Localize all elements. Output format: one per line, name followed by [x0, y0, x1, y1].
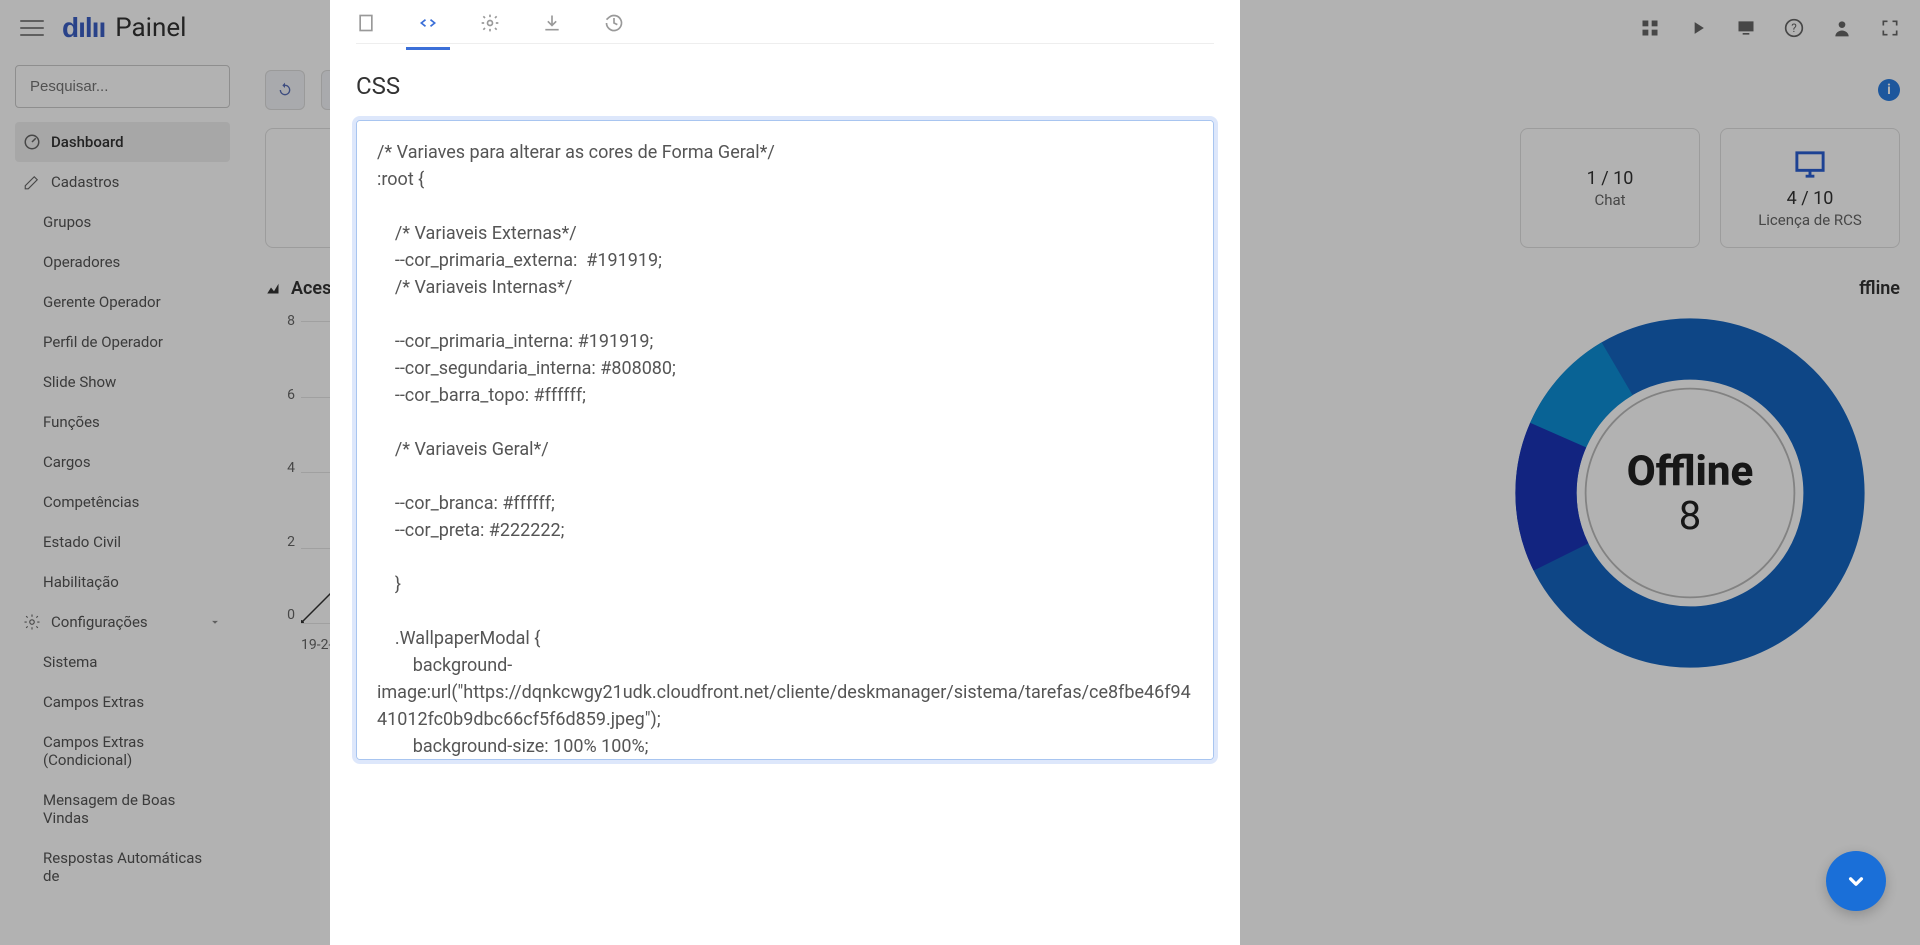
css-editor-modal: CSS	[330, 0, 1240, 945]
fab-button[interactable]	[1826, 851, 1886, 911]
tab-document[interactable]	[356, 13, 376, 49]
modal-heading: CSS	[356, 72, 1214, 100]
document-icon	[356, 13, 376, 33]
gear-icon	[480, 13, 500, 33]
css-code-textarea[interactable]	[356, 120, 1214, 760]
download-icon	[542, 13, 562, 33]
modal-tabs	[356, 0, 1214, 44]
code-icon	[418, 13, 438, 33]
history-icon	[604, 13, 624, 33]
chevron-down-icon	[1843, 868, 1869, 894]
tab-download[interactable]	[542, 13, 562, 49]
tab-settings[interactable]	[480, 13, 500, 49]
tab-code[interactable]	[418, 13, 438, 49]
tab-history[interactable]	[604, 13, 624, 49]
